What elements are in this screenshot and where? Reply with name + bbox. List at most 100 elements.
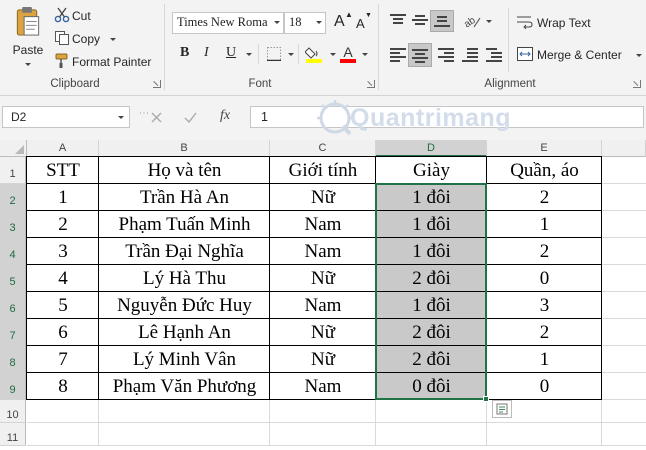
table-cell[interactable]: Nam bbox=[270, 211, 376, 238]
table-cell[interactable]: Phạm Tuấn Minh bbox=[99, 211, 270, 238]
font-name-select[interactable]: Times New Roma bbox=[172, 12, 284, 34]
column-header-extra[interactable] bbox=[602, 140, 646, 157]
wrap-text-icon[interactable] bbox=[516, 14, 534, 30]
name-box[interactable]: D2 bbox=[2, 106, 130, 128]
row-header-1[interactable]: 1 bbox=[0, 157, 26, 184]
table-cell[interactable]: Nam bbox=[270, 238, 376, 265]
cut-icon[interactable] bbox=[54, 7, 70, 23]
column-header-b[interactable]: B bbox=[99, 140, 270, 157]
header-cell[interactable]: Quần, áo bbox=[487, 157, 602, 184]
font-launcher-icon[interactable] bbox=[367, 80, 375, 88]
borders-icon[interactable] bbox=[266, 46, 282, 62]
italic-button[interactable]: I bbox=[204, 45, 209, 61]
cancel-icon[interactable] bbox=[148, 108, 164, 126]
column-header-c[interactable]: C bbox=[270, 140, 376, 157]
chevron-down-icon[interactable] bbox=[288, 53, 294, 56]
row-header-4[interactable]: 4 bbox=[0, 238, 26, 265]
row-header-7[interactable]: 7 bbox=[0, 319, 26, 346]
select-all-corner[interactable] bbox=[0, 140, 27, 157]
align-right-icon[interactable] bbox=[438, 48, 454, 62]
bottom-align-button[interactable] bbox=[430, 10, 454, 32]
enter-check-icon[interactable] bbox=[182, 108, 198, 126]
copy-button[interactable]: Copy bbox=[72, 32, 100, 46]
column-header-e[interactable]: E bbox=[487, 140, 602, 157]
table-cell[interactable]: 7 bbox=[27, 346, 99, 373]
format-painter-icon[interactable] bbox=[54, 53, 70, 69]
column-header-a[interactable]: A bbox=[27, 140, 99, 157]
chevron-down-icon[interactable] bbox=[118, 116, 124, 119]
row-header-10[interactable]: 10 bbox=[0, 400, 26, 423]
underline-button[interactable]: U bbox=[226, 45, 236, 61]
wrap-text-button[interactable]: Wrap Text bbox=[537, 16, 591, 30]
increase-indent-icon[interactable] bbox=[486, 48, 502, 62]
table-cell[interactable]: Nữ bbox=[270, 319, 376, 346]
table-cell[interactable]: Lê Hạnh An bbox=[99, 319, 270, 346]
insert-function-button[interactable]: fx bbox=[220, 108, 230, 124]
table-cell[interactable]: Trần Hà An bbox=[99, 184, 270, 211]
alignment-launcher-icon[interactable] bbox=[633, 80, 641, 88]
font-name-dropdown[interactable] bbox=[269, 13, 283, 33]
clipboard-launcher-icon[interactable] bbox=[153, 80, 161, 88]
fill-color-icon[interactable] bbox=[304, 44, 326, 64]
grow-font-button[interactable]: A bbox=[334, 13, 345, 31]
table-cell[interactable]: Trần Đại Nghĩa bbox=[99, 238, 270, 265]
table-cell[interactable]: Nữ bbox=[270, 184, 376, 211]
merge-center-icon[interactable] bbox=[516, 46, 534, 62]
merge-center-button[interactable]: Merge & Center bbox=[537, 48, 622, 62]
chevron-down-icon[interactable] bbox=[362, 53, 368, 56]
table-cell[interactable]: 8 bbox=[27, 373, 99, 400]
table-cell[interactable]: Phạm Văn Phương bbox=[99, 373, 270, 400]
table-cell[interactable]: Nữ bbox=[270, 346, 376, 373]
row-header-9[interactable]: 9 bbox=[0, 373, 26, 400]
header-cell[interactable]: STT bbox=[27, 157, 99, 184]
shrink-font-button[interactable]: A bbox=[356, 16, 365, 31]
copy-icon[interactable] bbox=[54, 30, 70, 46]
table-cell[interactable]: Nam bbox=[270, 292, 376, 319]
row-header-8[interactable]: 8 bbox=[0, 346, 26, 373]
table-cell[interactable]: 1 bbox=[27, 184, 99, 211]
align-center-button[interactable] bbox=[408, 43, 432, 67]
chevron-down-icon[interactable] bbox=[330, 53, 336, 56]
orientation-icon[interactable]: ab bbox=[462, 12, 482, 30]
table-cell[interactable]: 6 bbox=[27, 319, 99, 346]
font-size-select[interactable]: 18 bbox=[284, 12, 326, 34]
table-cell[interactable]: Lý Hà Thu bbox=[99, 265, 270, 292]
row-header-3[interactable]: 3 bbox=[0, 211, 26, 238]
decrease-indent-icon[interactable] bbox=[462, 48, 478, 62]
bold-button[interactable]: B bbox=[180, 45, 189, 61]
format-painter-button[interactable]: Format Painter bbox=[72, 55, 151, 69]
table-cell[interactable]: 0 bbox=[487, 373, 602, 400]
row-header-5[interactable]: 5 bbox=[0, 265, 26, 292]
cut-button[interactable]: Cut bbox=[72, 9, 91, 23]
table-cell[interactable]: 2 bbox=[27, 211, 99, 238]
column-header-d[interactable]: D bbox=[376, 140, 487, 157]
chevron-down-icon[interactable] bbox=[486, 20, 492, 23]
row-header-2[interactable]: 2 bbox=[0, 184, 26, 211]
row-header-11[interactable]: 11 bbox=[0, 423, 26, 446]
chevron-down-icon[interactable] bbox=[636, 54, 642, 57]
table-cell[interactable]: 5 bbox=[27, 292, 99, 319]
table-cell[interactable]: 3 bbox=[27, 238, 99, 265]
table-cell[interactable]: Nam bbox=[270, 373, 376, 400]
paste-button[interactable]: Paste bbox=[8, 6, 48, 66]
spreadsheet-grid[interactable]: ABCDE 1 2 3 4 5 6 7 8 9 10 11 STT Họ và tên Giới tín… bbox=[0, 140, 646, 450]
top-align-icon[interactable] bbox=[390, 14, 406, 26]
table-cell[interactable]: 1 bbox=[487, 346, 602, 373]
middle-align-icon[interactable] bbox=[412, 14, 428, 26]
table-cell[interactable]: 2 bbox=[487, 238, 602, 265]
fill-handle[interactable] bbox=[483, 396, 489, 402]
font-size-dropdown[interactable] bbox=[311, 13, 325, 33]
chevron-down-icon[interactable] bbox=[246, 53, 252, 56]
table-cell[interactable]: Lý Minh Vân bbox=[99, 346, 270, 373]
chevron-down-icon[interactable] bbox=[110, 38, 116, 41]
row-header-6[interactable]: 6 bbox=[0, 292, 26, 319]
table-cell[interactable]: 1 bbox=[487, 211, 602, 238]
font-color-button[interactable]: A bbox=[338, 44, 358, 64]
table-cell[interactable]: Nữ bbox=[270, 265, 376, 292]
table-cell[interactable]: 4 bbox=[27, 265, 99, 292]
table-cell[interactable]: 2 bbox=[487, 184, 602, 211]
align-left-icon[interactable] bbox=[390, 48, 406, 62]
header-cell[interactable]: Họ và tên bbox=[99, 157, 270, 184]
table-cell[interactable]: 3 bbox=[487, 292, 602, 319]
header-cell[interactable]: Giày bbox=[376, 157, 487, 184]
